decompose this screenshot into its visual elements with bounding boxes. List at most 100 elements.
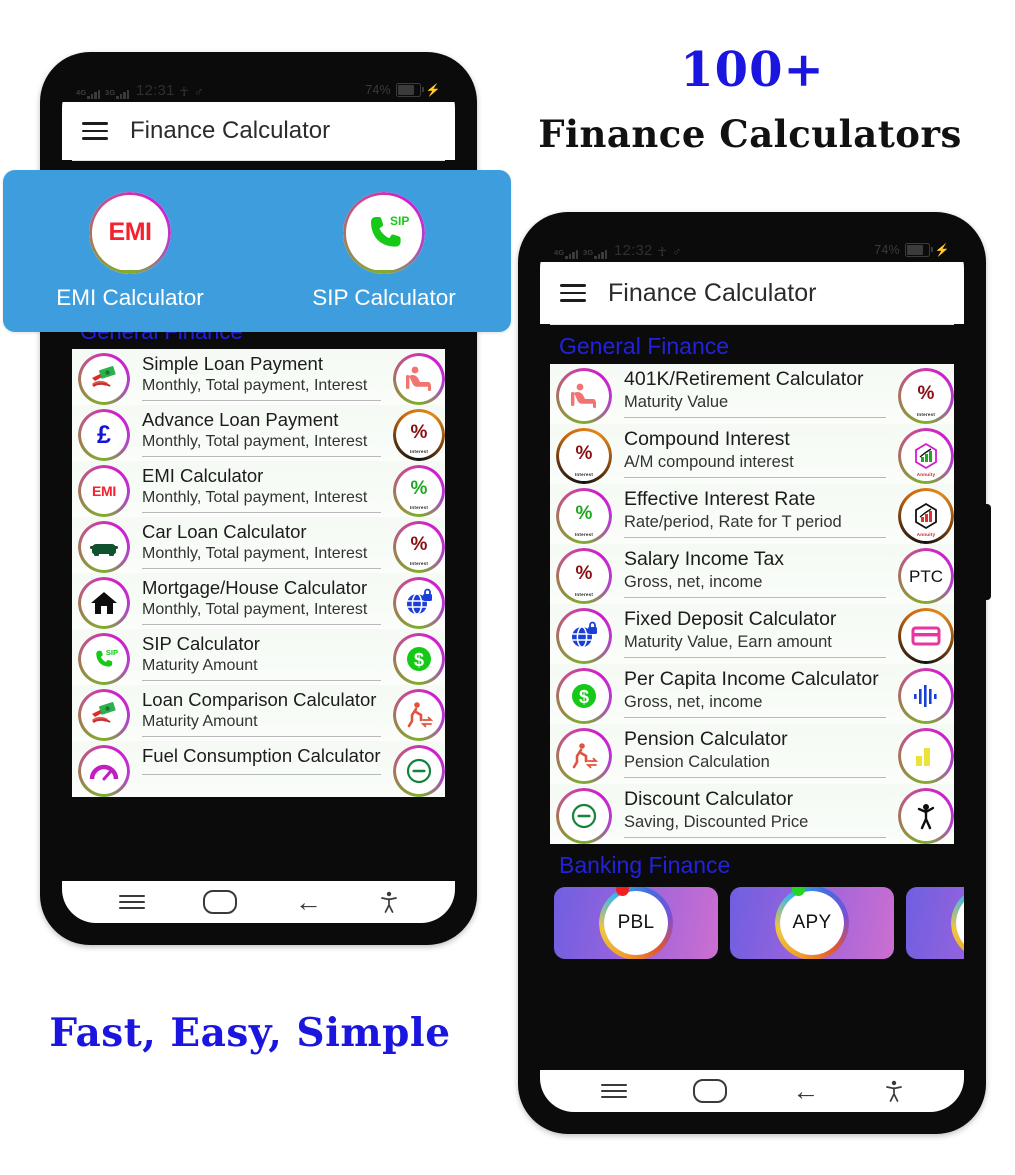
list-item[interactable]: £ Advance Loan Payment Monthly, Total pa… (72, 405, 445, 461)
list-item[interactable]: % Interest Compound Interest A/M compoun… (550, 424, 954, 484)
battery-percent: 74% (874, 243, 900, 257)
interest-sublabel: Interest (409, 561, 429, 566)
list-item-text: EMI Calculator Monthly, Total payment, I… (142, 465, 381, 513)
banking-card[interactable]: PBL (554, 887, 718, 959)
annuity-hex-glyph (915, 502, 937, 530)
list-item[interactable]: Fixed Deposit Calculator Maturity Value,… (550, 604, 954, 664)
percent-interest-dark-icon: % Interest (556, 428, 612, 484)
list-item[interactable]: Pension Calculator Pension Calculation (550, 724, 954, 784)
list-item[interactable]: % Interest Effective Interest Rate Rate/… (550, 484, 954, 544)
ptc-glyph: PTC (909, 566, 943, 586)
bar-chart-glyph (916, 748, 930, 766)
accessibility-icon[interactable] (885, 1080, 903, 1102)
accessibility-glyph (886, 1080, 902, 1102)
svg-text:$: $ (579, 687, 589, 707)
list-item[interactable]: % Interest Salary Income Tax Gross, net,… (550, 544, 954, 604)
list-item[interactable]: SIP SIP Calculator Maturity Amount $ (72, 629, 445, 685)
sip-label: SIP (390, 214, 409, 228)
list-item-text: Discount Calculator Saving, Discounted P… (624, 788, 886, 838)
globe-lock-icon (556, 608, 612, 664)
annuity-hex-green-icon: Annuity (898, 428, 954, 484)
list-item[interactable]: Discount Calculator Saving, Discounted P… (550, 784, 954, 844)
promo-item-sip[interactable]: SIP SIP Calculator (257, 170, 511, 332)
banking-card-badge: APY (780, 887, 844, 955)
emi-badge-icon: EMI (78, 465, 130, 517)
ptc-text-icon: PTC (898, 548, 954, 604)
list-item[interactable]: $ Per Capita Income Calculator Gross, ne… (550, 664, 954, 724)
right-nav-bar: ← (540, 1070, 964, 1112)
recents-menu-icon[interactable] (119, 894, 145, 910)
bolt-icon: ⚡ (934, 243, 950, 257)
list-item[interactable]: Loan Comparison Calculator Maturity Amou… (72, 685, 445, 741)
app-title: Finance Calculator (608, 278, 817, 307)
list-item-title: Car Loan Calculator (142, 521, 307, 542)
phone-side-button[interactable] (982, 504, 991, 600)
percent-glyph: % (917, 383, 935, 404)
percent-glyph: % (575, 503, 593, 524)
globe-lock-glyph (407, 588, 432, 615)
promo-item-emi[interactable]: EMI EMI Calculator (3, 170, 257, 332)
percent-interest-red-icon: % Interest (393, 521, 445, 573)
poster-stage: 4G 3G 12:31 ☥ ♂ 74% ⚡ Finance Calculator… (0, 0, 1015, 1175)
percent-glyph: % (410, 534, 428, 555)
promo-banner: EMI EMI Calculator SIP SIP Calculator (3, 170, 511, 332)
list-item[interactable]: Car Loan Calculator Monthly, Total payme… (72, 517, 445, 573)
interest-sublabel: Interest (409, 505, 429, 510)
discount-minus-glyph (406, 758, 432, 784)
interest-sublabel: Interest (574, 472, 594, 477)
left-calculator-list: Simple Loan Payment Monthly, Total payme… (62, 349, 455, 797)
home-pill-icon[interactable] (203, 890, 237, 914)
pension-walk-glyph (572, 743, 599, 769)
list-item[interactable]: Simple Loan Payment Monthly, Total payme… (72, 349, 445, 405)
card-pink-icon (898, 608, 954, 664)
list-item[interactable]: 401K/Retirement Calculator Maturity Valu… (550, 364, 954, 424)
usb-icon: ☥ (179, 84, 190, 99)
hamburger-menu-icon[interactable] (82, 122, 108, 140)
money-hand-icon (78, 353, 130, 405)
list-item-subtitle: Maturity Amount (142, 713, 258, 730)
list-item-subtitle: Monthly, Total payment, Interest (142, 489, 368, 506)
annuity-hex-dark-icon: Annuity (898, 488, 954, 544)
app-title: Finance Calculator (130, 117, 331, 144)
promo-label-emi: EMI Calculator (56, 284, 204, 310)
list-item-title: Salary Income Tax (624, 548, 785, 570)
fuel-gauge-icon (78, 745, 130, 797)
battery-icon (395, 83, 424, 97)
banking-card-badge: PBL (604, 887, 668, 955)
list-item[interactable]: EMI EMI Calculator Monthly, Total paymen… (72, 461, 445, 517)
list-item-text: Effective Interest Rate Rate/period, Rat… (624, 488, 886, 538)
equalizer-glyph (914, 685, 937, 707)
list-item[interactable]: Fuel Consumption Calculator (72, 741, 445, 797)
pension-walk-glyph (407, 702, 434, 728)
signal-4g-icon: 4G (76, 88, 100, 99)
list-item[interactable]: Mortgage/House Calculator Monthly, Total… (72, 573, 445, 629)
list-item-subtitle: Monthly, Total payment, Interest (142, 545, 368, 562)
accessibility-icon[interactable] (380, 891, 398, 913)
hamburger-menu-icon[interactable] (560, 284, 586, 302)
bolt-icon: ⚡ (425, 83, 441, 97)
banking-finance-cards: PBL APY (540, 883, 964, 959)
list-item-text: Advance Loan Payment Monthly, Total paym… (142, 409, 381, 457)
house-glyph (91, 592, 117, 614)
home-pill-icon[interactable] (692, 1079, 727, 1103)
pension-walk-icon (556, 728, 612, 784)
interest-sublabel: Interest (574, 532, 594, 537)
list-item-subtitle: Rate/period, Rate for T period (624, 513, 842, 531)
right-app-bar: Finance Calculator (540, 262, 964, 324)
person-cheer-glyph (917, 804, 935, 830)
person-cheer-icon (898, 788, 954, 844)
discount-minus-icon (556, 788, 612, 844)
banking-card[interactable]: APY (730, 887, 894, 959)
list-item-title: Loan Comparison Calculator (142, 689, 377, 710)
recents-menu-icon[interactable] (600, 1083, 627, 1099)
banking-card[interactable] (906, 887, 964, 959)
back-arrow-icon[interactable]: ← (792, 1077, 819, 1105)
list-item-subtitle: Pension Calculation (624, 753, 770, 771)
tagline: Fast, Easy, Simple (49, 1010, 451, 1056)
status-dot (616, 887, 629, 896)
dollar-coin-icon: $ (393, 633, 445, 685)
back-arrow-icon[interactable]: ← (295, 888, 322, 916)
right-phone-frame: 4G 3G 12:32 ☥ ♂ 74% ⚡ Finance Calculator… (518, 212, 991, 1134)
left-app-bar: Finance Calculator (62, 102, 455, 160)
accessibility-icon: ♂ (672, 244, 682, 259)
